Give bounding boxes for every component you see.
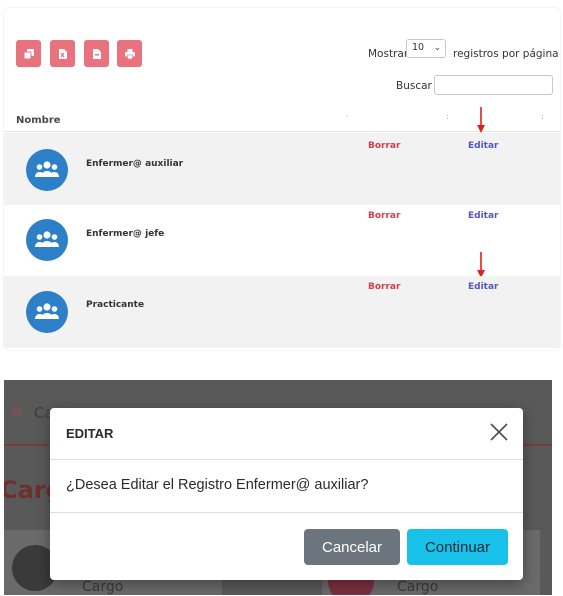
modal-message: ¿Desea Editar el Registro Enfermer@ auxi… [66,477,369,493]
column-header-nombre[interactable]: Nombre [16,115,61,126]
annotation-arrow-icon [477,107,485,133]
screenshot-root: Mostrar 10 ⌄ registros por página Buscar… [0,0,563,596]
pdf-file-icon [92,44,102,63]
edit-confirm-modal: EDITAR ¿Desea Editar el Registro Enferme… [50,408,523,580]
print-button[interactable] [117,40,142,67]
close-icon[interactable] [488,421,510,443]
background-card-label: Cargo [82,579,124,595]
excel-file-icon [58,44,68,63]
group-avatar [26,219,68,261]
cargo-name: Enfermer@ jefe [86,229,165,239]
borrar-link[interactable]: Borrar [368,211,400,221]
modal-divider [50,459,523,460]
pdf-export-button[interactable] [84,40,109,67]
excel-export-button[interactable] [50,40,75,67]
editar-link[interactable]: Editar [468,282,499,292]
length-prefix: Mostrar [368,48,409,60]
background-card-label: Cargo [397,579,439,595]
modal-title: EDITAR [66,426,114,441]
editar-link[interactable]: Editar [468,211,499,221]
chevron-down-icon: ⌄ [433,43,441,53]
print-icon [124,44,135,63]
length-suffix: registros por página [453,48,559,60]
table-row: Enfermer@ jefe Borrar Editar [4,205,560,277]
cargo-name: Enfermer@ auxiliar [86,159,184,169]
borrar-link[interactable]: Borrar [368,141,400,151]
copy-button[interactable] [16,40,41,67]
group-avatar [26,291,68,333]
close-circle-icon: ⊗ [10,402,23,420]
continue-button[interactable]: Continuar [407,529,508,565]
users-group-icon [35,303,59,319]
users-group-icon [35,231,59,247]
table-row: Enfermer@ auxiliar Borrar Editar [4,133,560,205]
users-group-icon [35,161,59,177]
sort-icon[interactable]: : [446,112,449,121]
search-input[interactable] [434,75,553,95]
sort-icon[interactable]: : [541,112,544,121]
modal-divider [50,512,523,513]
group-avatar [26,149,68,191]
table-row: Practicante Borrar Editar [4,276,560,348]
page-length-select[interactable]: 10 ⌄ [406,39,446,58]
cargo-name: Practicante [86,300,145,310]
editar-link[interactable]: Editar [468,141,499,151]
copy-icon [23,44,34,63]
page-length-value: 10 [412,42,425,53]
search-label: Buscar [396,80,432,92]
sort-icon[interactable]: · [346,112,349,121]
cancel-button[interactable]: Cancelar [304,529,400,565]
borrar-link[interactable]: Borrar [368,282,400,292]
cargos-table-panel: Mostrar 10 ⌄ registros por página Buscar… [4,8,560,350]
